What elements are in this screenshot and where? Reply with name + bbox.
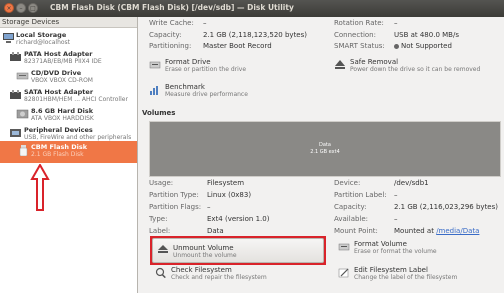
smart-status-value: Not Supported bbox=[401, 42, 452, 50]
check-filesystem-icon bbox=[155, 267, 166, 279]
optical-drive-icon bbox=[16, 72, 29, 80]
title-bar: × – □ CBM Flash Disk (CBM Flash Disk) [/… bbox=[0, 0, 504, 17]
unmount-volume-button[interactable]: Unmount Volume Unmount the volume bbox=[152, 238, 324, 263]
format-drive-icon bbox=[149, 61, 161, 69]
edit-filesystem-label-button[interactable]: Edit Filesystem Label Change the label o… bbox=[338, 265, 498, 287]
connection-label: Connection: bbox=[334, 31, 376, 39]
partition-type-label: Partition Type: bbox=[149, 191, 199, 199]
mount-point-label: Mount Point: bbox=[334, 227, 378, 235]
format-drive-button[interactable]: Format Drive Erase or partition the driv… bbox=[149, 57, 319, 79]
mount-point-prefix: Mounted at bbox=[394, 227, 434, 235]
edit-filesystem-label-subtitle: Change the label of the filesystem bbox=[354, 274, 458, 281]
rotation-rate-label: Rotation Rate: bbox=[334, 19, 384, 27]
sidebar-item-sublabel: 2.1 GB Flash Disk bbox=[31, 151, 84, 158]
safe-removal-icon bbox=[335, 60, 345, 69]
benchmark-title: Benchmark bbox=[165, 83, 205, 91]
sidebar-item-label: Peripheral Devices bbox=[24, 126, 93, 134]
available-value: – bbox=[394, 215, 398, 223]
partition-label-value: – bbox=[394, 191, 398, 199]
sidebar-item-label: SATA Host Adapter bbox=[24, 88, 94, 96]
hard-disk-icon bbox=[16, 109, 29, 119]
main-panel: Write Cache: – Capacity: 2.1 GB (2,118,1… bbox=[139, 17, 504, 293]
sidebar-item-label: Local Storage bbox=[16, 31, 67, 39]
partition-type-value: Linux (0x83) bbox=[207, 191, 252, 199]
volume-label-value: Data bbox=[207, 227, 224, 235]
volume-capacity-value: 2.1 GB (2,116,023,296 bytes) bbox=[394, 203, 498, 211]
adapter-icon bbox=[10, 90, 21, 99]
sidebar-item-sublabel: 82371AB/EB/MB PIIX4 IDE bbox=[24, 58, 102, 65]
sidebar-item-label: CBM Flash Disk bbox=[31, 143, 88, 151]
device-label: Device: bbox=[334, 179, 361, 187]
sidebar-item-sublabel: USB, FireWire and other peripherals bbox=[24, 134, 132, 141]
flash-disk-icon bbox=[19, 145, 28, 156]
partition-flags-value: – bbox=[207, 203, 211, 211]
safe-removal-title: Safe Removal bbox=[350, 58, 399, 66]
check-filesystem-title: Check Filesystem bbox=[171, 266, 232, 274]
sidebar-item-label: PATA Host Adapter bbox=[24, 50, 93, 58]
rotation-rate-value: – bbox=[394, 19, 398, 27]
safe-removal-subtitle: Power down the drive so it can be remove… bbox=[350, 66, 481, 73]
peripheral-icon bbox=[10, 129, 21, 137]
volume-segment-data[interactable]: Data 2.1 GB ext4 bbox=[150, 122, 500, 176]
capacity-value: 2.1 GB (2,118,123,520 bytes) bbox=[203, 31, 307, 39]
sidebar-item-sublabel: richard@localhost bbox=[16, 39, 71, 46]
usage-value: Filesystem bbox=[207, 179, 245, 187]
sidebar-item-sublabel: 82801HBM/HEM ... AHCI Controller bbox=[24, 96, 128, 103]
safe-removal-button[interactable]: Safe Removal Power down the drive so it … bbox=[334, 57, 502, 79]
check-filesystem-button[interactable]: Check Filesystem Check and repair the fi… bbox=[155, 265, 325, 287]
storage-devices-sidebar: Storage Devices Local Storage richard@lo… bbox=[0, 17, 138, 293]
available-label: Available: bbox=[334, 215, 369, 223]
sidebar-item-sublabel: VBOX VBOX CD-ROM bbox=[31, 77, 93, 84]
partition-flags-label: Partition Flags: bbox=[149, 203, 202, 211]
sidebar-item-label: 8.6 GB Hard Disk bbox=[31, 107, 94, 115]
connection-value: USB at 480.0 MB/s bbox=[394, 31, 459, 39]
type-label: Type: bbox=[149, 215, 168, 223]
format-drive-subtitle: Erase or partition the drive bbox=[165, 66, 247, 73]
status-dot-icon bbox=[394, 43, 399, 49]
minimize-window-button[interactable]: – bbox=[16, 3, 26, 13]
smart-status-label: SMART Status: bbox=[334, 42, 385, 50]
edit-filesystem-label-title: Edit Filesystem Label bbox=[354, 266, 428, 274]
volume-segment-label: Data bbox=[319, 142, 331, 148]
write-cache-label: Write Cache: bbox=[149, 19, 194, 27]
check-filesystem-subtitle: Check and repair the filesystem bbox=[171, 274, 267, 281]
sidebar-header: Storage Devices bbox=[0, 17, 137, 28]
partitioning-label: Partitioning: bbox=[149, 42, 192, 50]
format-drive-title: Format Drive bbox=[165, 58, 211, 66]
sidebar-item-sublabel: ATA VBOX HARDDISK bbox=[31, 115, 94, 122]
usage-label: Usage: bbox=[149, 179, 174, 187]
format-volume-subtitle: Erase or format the volume bbox=[354, 248, 437, 255]
benchmark-icon bbox=[150, 86, 158, 95]
format-volume-button[interactable]: Format Volume Erase or format the volume bbox=[338, 239, 498, 261]
device-value: /dev/sdb1 bbox=[394, 179, 429, 187]
unmount-volume-subtitle: Unmount the volume bbox=[173, 252, 237, 259]
sidebar-item-label: CD/DVD Drive bbox=[31, 69, 82, 77]
write-cache-value: – bbox=[203, 19, 207, 27]
close-window-button[interactable]: × bbox=[4, 3, 14, 13]
partitioning-value: Master Boot Record bbox=[203, 42, 272, 50]
volume-label-label: Label: bbox=[149, 227, 171, 235]
computer-icon bbox=[3, 33, 14, 43]
capacity-label: Capacity: bbox=[149, 31, 182, 39]
mount-point-link[interactable]: /media/Data bbox=[436, 227, 479, 235]
edit-label-icon bbox=[338, 268, 349, 278]
benchmark-subtitle: Measure drive performance bbox=[165, 91, 248, 98]
annotation-arrow-icon bbox=[30, 164, 50, 211]
benchmark-button[interactable]: Benchmark Measure drive performance bbox=[149, 82, 319, 104]
partition-label-label: Partition Label: bbox=[334, 191, 387, 199]
format-volume-title: Format Volume bbox=[354, 240, 407, 248]
maximize-window-button[interactable]: □ bbox=[28, 3, 38, 13]
volume-map: Data 2.1 GB ext4 bbox=[149, 121, 501, 177]
sidebar-item-cbm-flash-disk[interactable]: CBM Flash Disk 2.1 GB Flash Disk bbox=[0, 141, 137, 163]
unmount-volume-title: Unmount Volume bbox=[173, 244, 234, 252]
adapter-icon bbox=[10, 52, 21, 61]
volume-segment-size: 2.1 GB ext4 bbox=[310, 149, 340, 155]
type-value: Ext4 (version 1.0) bbox=[207, 215, 270, 223]
volumes-header: Volumes bbox=[142, 109, 176, 117]
volume-capacity-label: Capacity: bbox=[334, 203, 367, 211]
format-volume-icon bbox=[338, 243, 350, 251]
window-title: CBM Flash Disk (CBM Flash Disk) [/dev/sd… bbox=[50, 3, 294, 12]
unmount-icon bbox=[158, 245, 168, 253]
